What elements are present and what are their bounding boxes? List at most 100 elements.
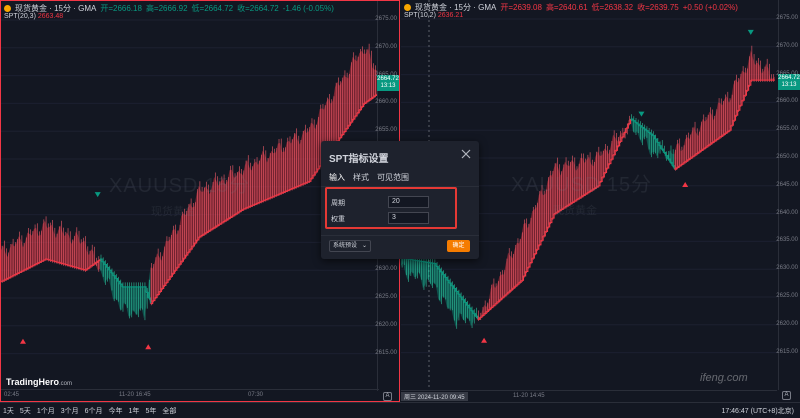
supertrend-line (71, 265, 75, 268)
indicator-value: 2663.48 (37, 13, 64, 20)
crosshair-time-tag: 周三 2024-11-20 09:45 (401, 392, 468, 401)
period-label: 周期 (331, 200, 345, 207)
signal-marker (747, 29, 754, 35)
signal-marker (682, 182, 689, 188)
price-tick: 2645.00 (776, 181, 798, 188)
time-label: 11-20 16:45 (119, 392, 151, 398)
ohlc-close: 收=2639.75 (637, 3, 679, 12)
supertrend-line (82, 268, 86, 271)
ohlc-change: +0.50 (+0.02%) (682, 3, 738, 12)
auto-scale-button[interactable]: A (383, 392, 392, 401)
divider (321, 235, 479, 236)
price-axis-right[interactable]: 2675.002670.002665.002660.002655.002650.… (776, 0, 800, 390)
ok-button[interactable]: 确定 (447, 240, 470, 252)
last-price: 2664.72 (778, 75, 800, 81)
countdown: 13:13 (781, 82, 797, 88)
price-tick: 2650.00 (776, 154, 798, 160)
close-icon[interactable] (461, 149, 471, 159)
ohlc-change: -1.46 (-0.05%) (282, 4, 334, 13)
price-tick: 2660.00 (776, 98, 798, 105)
range-5y[interactable]: 5年 (142, 406, 159, 416)
indicator-settings-dialog[interactable]: SPT指标设置 输入 样式 可见范围 周期 20 权重 3 系统预设 ⌄ 确定 (321, 141, 479, 259)
price-tick: 2670.00 (776, 42, 798, 49)
indicator-name: SPT(20,3) (4, 13, 36, 20)
supertrend-line (49, 259, 53, 261)
indicator-legend-right[interactable]: SPT(10,2) 2636.21 (404, 12, 463, 19)
weight-input[interactable]: 3 (388, 212, 429, 224)
price-tick: 2655.00 (776, 126, 798, 133)
last-price-tag: 2664.72 13:13 (778, 74, 800, 90)
ohlc-high: 高=2666.92 (145, 4, 188, 13)
bottom-toolbar: 1天 5天 1个月 3个月 6个月 今年 1年 5年 全部 17:46:47 (… (0, 402, 800, 418)
watermark: XAUUSD 15分 (511, 174, 653, 196)
ohlc-low: 低=2638.32 (591, 3, 634, 12)
price-tick: 2635.00 (776, 237, 798, 244)
ohlc-open: 开=2666.18 (100, 4, 142, 13)
supertrend-line (60, 262, 64, 265)
range-all[interactable]: 全部 (159, 406, 179, 416)
price-tick: 2675.00 (776, 15, 798, 21)
countdown: 13:13 (380, 83, 396, 89)
range-1d[interactable]: 1天 (0, 406, 17, 416)
time-axis-left[interactable]: 02:45 11-20 16:45 07:30 (1, 389, 379, 401)
weight-label: 权重 (331, 216, 345, 223)
price-tick: 2625.00 (375, 294, 397, 300)
price-tick: 2670.00 (375, 43, 397, 50)
period-input[interactable]: 20 (388, 196, 429, 208)
price-tick: 2620.00 (375, 321, 397, 328)
price-tick: 2630.00 (375, 266, 397, 273)
price-tick: 2625.00 (776, 293, 798, 299)
range-3m[interactable]: 3个月 (58, 406, 82, 416)
supertrend-line (73, 266, 77, 268)
time-label: 02:45 (4, 392, 20, 398)
supertrend-line (64, 264, 68, 266)
indicator-value: 2636.21 (437, 12, 464, 19)
ohlc-high: 高=2640.61 (545, 3, 588, 12)
clock[interactable]: 17:46:47 (UTC+8)北京) (721, 406, 800, 416)
brand-logo: TradingHero.com (6, 377, 73, 387)
price-tick: 2615.00 (776, 348, 798, 355)
range-6m[interactable]: 6个月 (82, 406, 106, 416)
range-5d[interactable]: 5天 (17, 406, 34, 416)
watermark: XAUUSD 15分 (109, 175, 251, 197)
auto-scale-button[interactable]: A (782, 391, 791, 400)
last-price: 2664.72 (377, 76, 399, 82)
watermark-sub: 现货黄金 (151, 206, 195, 218)
signal-marker (94, 192, 101, 198)
preset-dropdown[interactable]: 系统预设 ⌄ (329, 240, 371, 252)
time-axis-right[interactable]: 周三 2024-11-20 09:45 11-20 14:45 (401, 390, 777, 402)
time-label: 07:30 (248, 392, 264, 398)
indicator-name: SPT(10,2) (404, 12, 436, 19)
site-watermark: ifeng.com (700, 372, 748, 384)
time-label: 11-20 14:45 (513, 393, 545, 399)
supertrend-line (62, 263, 66, 265)
supertrend-line (53, 260, 57, 263)
last-price-tag: 2664.72 13:13 (377, 75, 399, 91)
symbol-icon (4, 5, 11, 12)
price-tick: 2615.00 (375, 349, 397, 356)
chevron-down-icon: ⌄ (361, 243, 367, 249)
signal-marker (638, 111, 645, 117)
signal-marker (19, 338, 26, 344)
range-1m[interactable]: 1个月 (34, 406, 58, 416)
preset-label: 系统预设 (333, 243, 358, 249)
range-1y[interactable]: 1年 (126, 406, 143, 416)
price-tick: 2630.00 (776, 265, 798, 272)
watermark-sub: 现货黄金 (553, 205, 597, 217)
ohlc-low: 低=2664.72 (191, 4, 234, 13)
price-tick: 2660.00 (375, 99, 397, 106)
dialog-title: SPT指标设置 (329, 154, 389, 165)
supertrend-line (58, 262, 61, 264)
supertrend-line (66, 264, 70, 266)
range-ytd[interactable]: 今年 (106, 406, 126, 416)
indicator-legend-left[interactable]: SPT(20,3) 2663.48 (4, 13, 63, 20)
price-tick: 2675.00 (375, 16, 397, 22)
supertrend-line (51, 260, 55, 262)
signal-marker (145, 344, 152, 350)
supertrend-line (77, 267, 81, 269)
price-tick: 2640.00 (776, 209, 798, 216)
symbol-icon (404, 4, 411, 11)
supertrend-line (55, 261, 59, 263)
price-tick: 2655.00 (375, 127, 397, 134)
signal-marker (481, 337, 488, 343)
